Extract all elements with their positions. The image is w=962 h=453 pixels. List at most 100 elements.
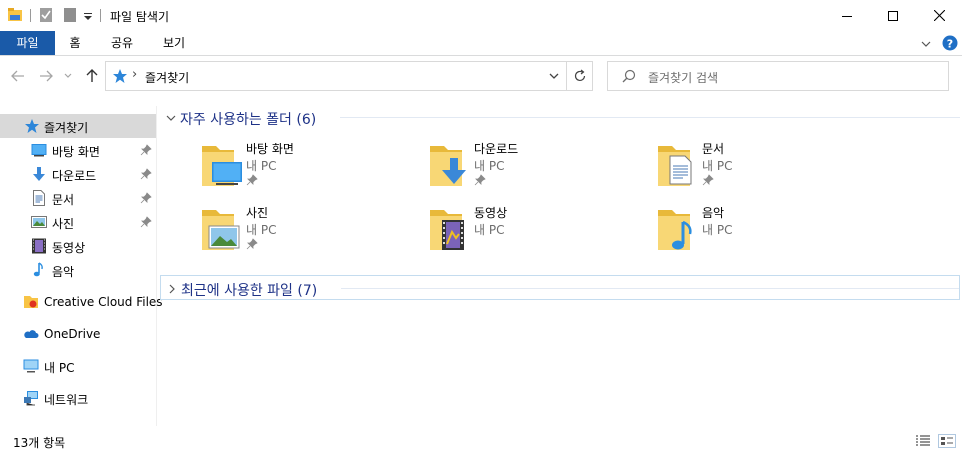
large-icons-view-icon[interactable] [938,434,956,448]
pin-icon[interactable] [474,174,486,186]
pin-icon[interactable] [140,168,152,180]
download-icon [31,166,47,182]
tab-file[interactable]: 파일 [0,31,55,55]
nav-label: 음악 [52,265,75,279]
nav-item-this-pc[interactable]: 내 PC [0,354,156,378]
tab-home[interactable]: 홈 [62,31,88,55]
videos-folder-icon [428,204,476,256]
pictures-folder-icon [200,204,248,256]
pc-icon [23,358,39,374]
folder-name: 동영상 [474,206,508,220]
chevron-down-icon [166,112,176,126]
nav-item-network[interactable]: 네트워크 [0,386,156,410]
folder-location: 내 PC [702,223,733,237]
up-arrow-icon [86,69,98,82]
nav-item-videos[interactable]: 동영상 [0,234,156,258]
maximize-button[interactable] [870,0,916,31]
nav-item-creative-cloud[interactable]: Creative Cloud Files [0,290,163,314]
desktop-icon [31,142,47,158]
new-folder-icon[interactable] [63,7,77,23]
creative-cloud-icon [23,294,39,310]
forward-button[interactable] [38,68,54,84]
folder-tile-videos[interactable]: 동영상 내 PC [428,204,648,260]
tab-share[interactable]: 공유 [106,31,138,55]
back-button[interactable] [10,68,26,84]
nav-label: 사진 [52,217,75,231]
recent-locations-button[interactable] [63,68,73,84]
pin-icon[interactable] [140,216,152,228]
nav-item-music[interactable]: 음악 [0,258,156,282]
navigation-pane: 즐겨찾기 바탕 화면 다운로드 문서 사진 동영상 음악 Creative Cl… [0,106,163,426]
help-icon[interactable]: ? [942,35,958,54]
nav-item-documents[interactable]: 문서 [0,186,156,210]
group-recent-files[interactable]: 최근에 사용한 파일 (7) [160,275,960,300]
nav-label: 문서 [52,193,75,207]
folder-location: 내 PC [702,159,733,173]
pin-icon[interactable] [140,192,152,204]
file-explorer-icon[interactable] [7,7,23,23]
address-bar[interactable]: › 즐겨찾기 [105,61,593,91]
nav-item-onedrive[interactable]: OneDrive [0,322,156,346]
refresh-button[interactable] [566,62,593,90]
minimize-icon [842,15,852,17]
star-icon [24,118,40,134]
search-icon [622,69,636,86]
chevron-down-icon [64,73,72,78]
folder-name: 바탕 화면 [246,142,294,156]
svg-text:?: ? [947,38,953,51]
minimize-button[interactable] [824,0,870,31]
address-dropdown-button[interactable] [542,62,566,90]
network-icon [23,390,39,406]
customize-dropdown-icon[interactable] [83,7,93,23]
nav-label: 내 PC [44,361,75,375]
folder-name: 음악 [702,206,725,220]
nav-item-pictures[interactable]: 사진 [0,210,156,234]
search-input[interactable]: 즐겨찾기 검색 [648,69,718,86]
group-frequent-folders[interactable]: 자주 사용하는 폴더 (6) [160,105,960,129]
pin-icon[interactable] [140,144,152,156]
close-button[interactable] [916,0,962,31]
nav-label: 즐겨찾기 [44,121,89,135]
chevron-right-icon [168,283,176,297]
folder-tile-downloads[interactable]: 다운로드 내 PC [428,140,648,196]
pin-icon[interactable] [246,238,258,250]
onedrive-icon [23,326,39,342]
properties-icon[interactable] [39,7,53,23]
search-box[interactable]: 즐겨찾기 검색 [607,61,949,91]
nav-label: 동영상 [52,241,86,255]
nav-label: 네트워크 [44,393,89,407]
details-view-icon[interactable] [916,435,930,450]
folder-tile-music[interactable]: 음악 내 PC [656,204,876,260]
nav-label: 바탕 화면 [52,145,100,159]
folder-tile-desktop[interactable]: 바탕 화면 내 PC [200,140,420,196]
pictures-icon [31,214,47,230]
window-title: 파일 탐색기 [110,10,170,24]
navigation-bar: › 즐겨찾기 즐겨찾기 검색 [0,56,962,96]
desktop-folder-icon [200,140,248,192]
back-arrow-icon [11,70,24,82]
folder-location: 내 PC [246,159,277,173]
nav-item-downloads[interactable]: 다운로드 [0,162,156,186]
folder-location: 내 PC [474,159,505,173]
tab-view[interactable]: 보기 [158,31,190,55]
folder-name: 사진 [246,206,269,220]
up-button[interactable] [84,68,100,84]
documents-folder-icon [656,140,704,192]
close-icon [933,10,945,21]
address-path[interactable]: 즐겨찾기 [145,69,189,86]
expand-ribbon-icon[interactable] [921,38,931,52]
maximize-icon [888,10,898,21]
pin-icon[interactable] [246,174,258,186]
item-count: 13개 항목 [13,436,66,450]
path-separator[interactable]: › [132,67,137,82]
music-icon [31,262,47,278]
folder-tile-pictures[interactable]: 사진 내 PC [200,204,420,260]
nav-item-quick-access[interactable]: 즐겨찾기 [0,114,156,138]
status-bar: 13개 항목 [0,426,962,453]
folder-name: 문서 [702,142,725,156]
folder-location: 내 PC [474,223,505,237]
content-pane: 자주 사용하는 폴더 (6) 바탕 화면 내 PC 다운로드 내 PC 문서 내… [158,100,962,426]
pin-icon[interactable] [702,174,714,186]
nav-item-desktop[interactable]: 바탕 화면 [0,138,156,162]
folder-tile-documents[interactable]: 문서 내 PC [656,140,876,196]
